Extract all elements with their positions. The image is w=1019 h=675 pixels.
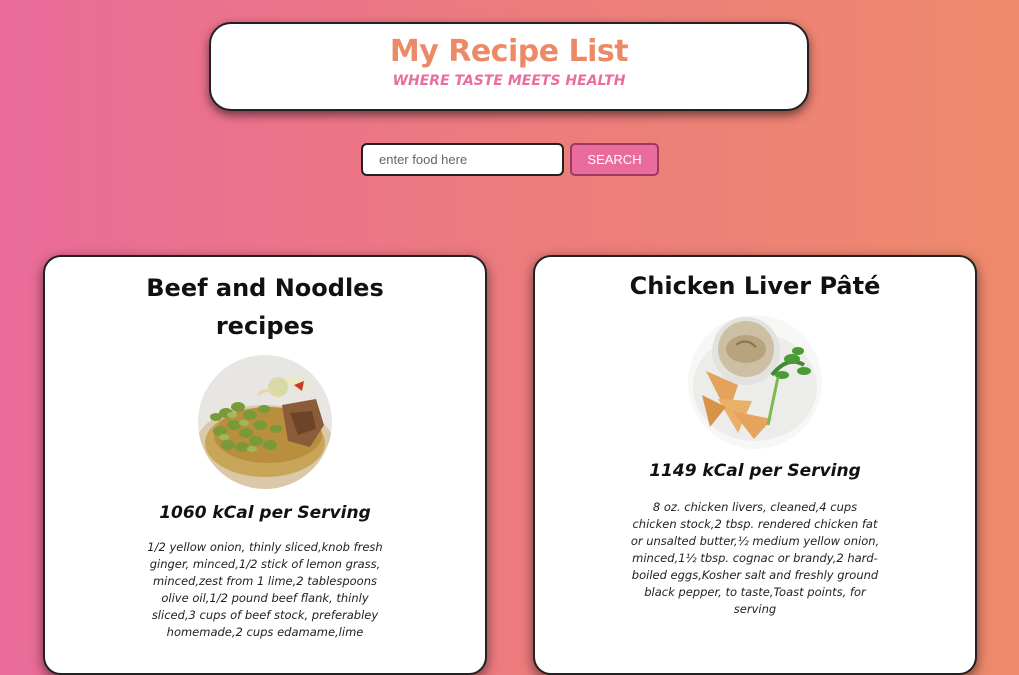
- recipe-calories: 1060 kCal per Serving: [159, 503, 371, 523]
- page-tagline: WHERE TASTE MEETS HEALTH: [392, 73, 626, 89]
- recipe-card: Beef and Noodles recipes 1060 kCal per S…: [43, 255, 487, 675]
- search-button[interactable]: SEARCH: [570, 143, 659, 176]
- chicken-liver-pate-image: [688, 315, 822, 449]
- recipe-ingredients: 1/2 yellow onion, thinly sliced,knob fre…: [147, 540, 383, 639]
- recipe-card: Chicken Liver Pâté 1149 kCal per Serving…: [533, 255, 977, 675]
- recipe-title: Chicken Liver Pâté: [629, 272, 881, 300]
- beef-noodles-dish-image: [198, 355, 332, 489]
- recipe-ingredients: 8 oz. chicken livers, cleaned,4 cups chi…: [630, 500, 880, 616]
- recipe-title: Beef and Noodles recipes: [146, 274, 384, 340]
- search-input[interactable]: [361, 143, 564, 176]
- header-banner: My Recipe List WHERE TASTE MEETS HEALTH: [209, 22, 809, 111]
- recipe-calories: 1149 kCal per Serving: [649, 461, 861, 481]
- page-title: My Recipe List: [389, 34, 629, 69]
